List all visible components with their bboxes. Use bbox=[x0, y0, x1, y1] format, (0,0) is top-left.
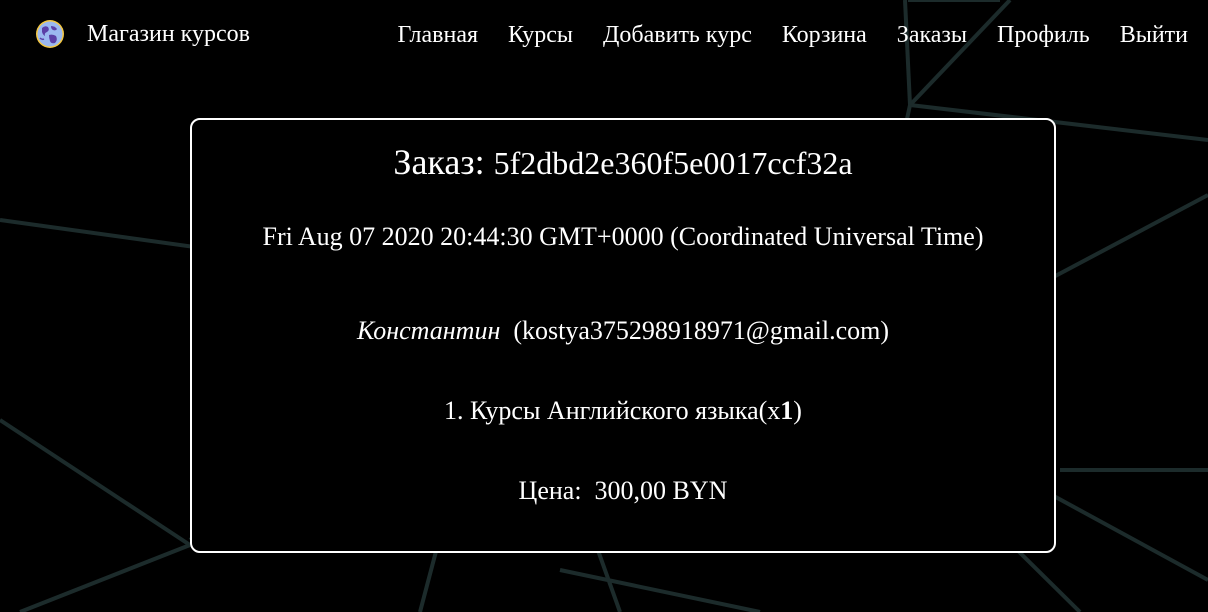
nav-link-logout[interactable]: Выйти bbox=[1120, 18, 1188, 52]
nav-link-courses[interactable]: Курсы bbox=[508, 18, 573, 52]
nav-link-home[interactable]: Главная bbox=[397, 18, 478, 52]
brand-link[interactable]: Магазин курсов bbox=[34, 18, 250, 50]
order-price: Цена: 300,00 BYN bbox=[192, 474, 1054, 508]
order-item: 1. Курсы Английского языка(x1) bbox=[444, 396, 802, 425]
order-title: Заказ: 5f2dbd2e360f5e0017ccf32a bbox=[192, 140, 1054, 185]
top-navbar: Магазин курсов Главная Курсы Добавить ку… bbox=[0, 0, 1208, 70]
page: Магазин курсов Главная Курсы Добавить ку… bbox=[0, 0, 1208, 612]
nav-link-profile[interactable]: Профиль bbox=[997, 18, 1090, 52]
nav-link-add-course[interactable]: Добавить курс bbox=[603, 18, 752, 52]
order-card: Заказ: 5f2dbd2e360f5e0017ccf32a Fri Aug … bbox=[190, 118, 1056, 553]
order-items-list: 1. Курсы Английского языка(x1) bbox=[192, 394, 1054, 428]
order-date: Fri Aug 07 2020 20:44:30 GMT+0000 (Coord… bbox=[262, 222, 984, 251]
nav-links: Главная Курсы Добавить курс Корзина Зака… bbox=[367, 18, 1188, 52]
order-item-count: 1 bbox=[780, 396, 794, 425]
order-user: Константин (kostya375298918971@gmail.com… bbox=[356, 316, 890, 345]
order-user-name: Константин bbox=[356, 316, 501, 345]
order-price-label: Цена: bbox=[518, 476, 582, 505]
order-item-title: Курсы Английского языка bbox=[470, 396, 759, 425]
nav-link-orders[interactable]: Заказы bbox=[897, 18, 967, 52]
order-item-number: 1. bbox=[444, 396, 464, 425]
nav-link-cart[interactable]: Корзина bbox=[782, 18, 867, 52]
order-title-label: Заказ: bbox=[393, 142, 485, 182]
order-id: 5f2dbd2e360f5e0017ccf32a bbox=[493, 145, 853, 181]
order-price-value: 300,00 BYN bbox=[594, 476, 728, 505]
globe-icon bbox=[34, 18, 66, 50]
brand-name: Магазин курсов bbox=[87, 21, 250, 47]
order-user-email: kostya375298918971@gmail.com bbox=[522, 316, 881, 345]
